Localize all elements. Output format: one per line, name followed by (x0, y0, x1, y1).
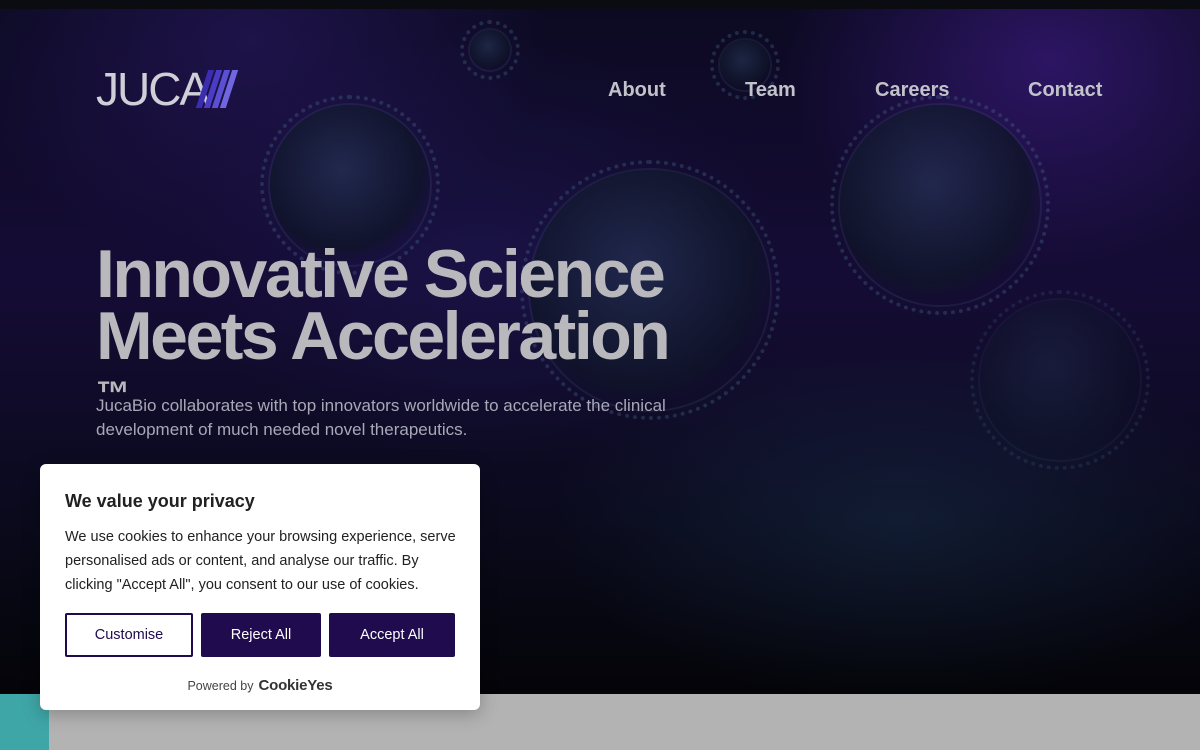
virus-particle-decoration (460, 20, 520, 80)
hero-subtext: JucaBio collaborates with top innovators… (96, 396, 666, 439)
logo-stripes-icon (195, 70, 239, 108)
cookie-consent-banner: We value your privacy We use cookies to … (40, 464, 480, 710)
headline-line-1: Innovative Science (96, 236, 666, 312)
customise-button[interactable]: Customise (65, 613, 193, 657)
cookie-description: We use cookies to enhance your browsing … (65, 529, 456, 593)
cookie-button-group: Customise Reject All Accept All (65, 613, 455, 657)
nav-careers[interactable]: Careers (875, 78, 950, 102)
virus-particle-decoration (830, 95, 1050, 315)
reject-all-button[interactable]: Reject All (201, 613, 321, 657)
top-bar (0, 0, 1200, 9)
cookie-title: We value your privacy (65, 491, 255, 511)
virus-particle-decoration (970, 290, 1150, 470)
nav-contact[interactable]: Contact (1028, 78, 1102, 102)
powered-by-label: Powered by (187, 678, 254, 693)
logo-text: JUCA (96, 63, 210, 115)
cookieyes-logo[interactable]: CookieYes (258, 677, 332, 694)
nav-team[interactable]: Team (745, 78, 796, 102)
logo-link[interactable]: JUCA (96, 63, 239, 115)
nav-about[interactable]: About (608, 78, 666, 102)
powered-by: Powered by CookieYes (40, 677, 480, 694)
accept-all-button[interactable]: Accept All (329, 613, 455, 657)
